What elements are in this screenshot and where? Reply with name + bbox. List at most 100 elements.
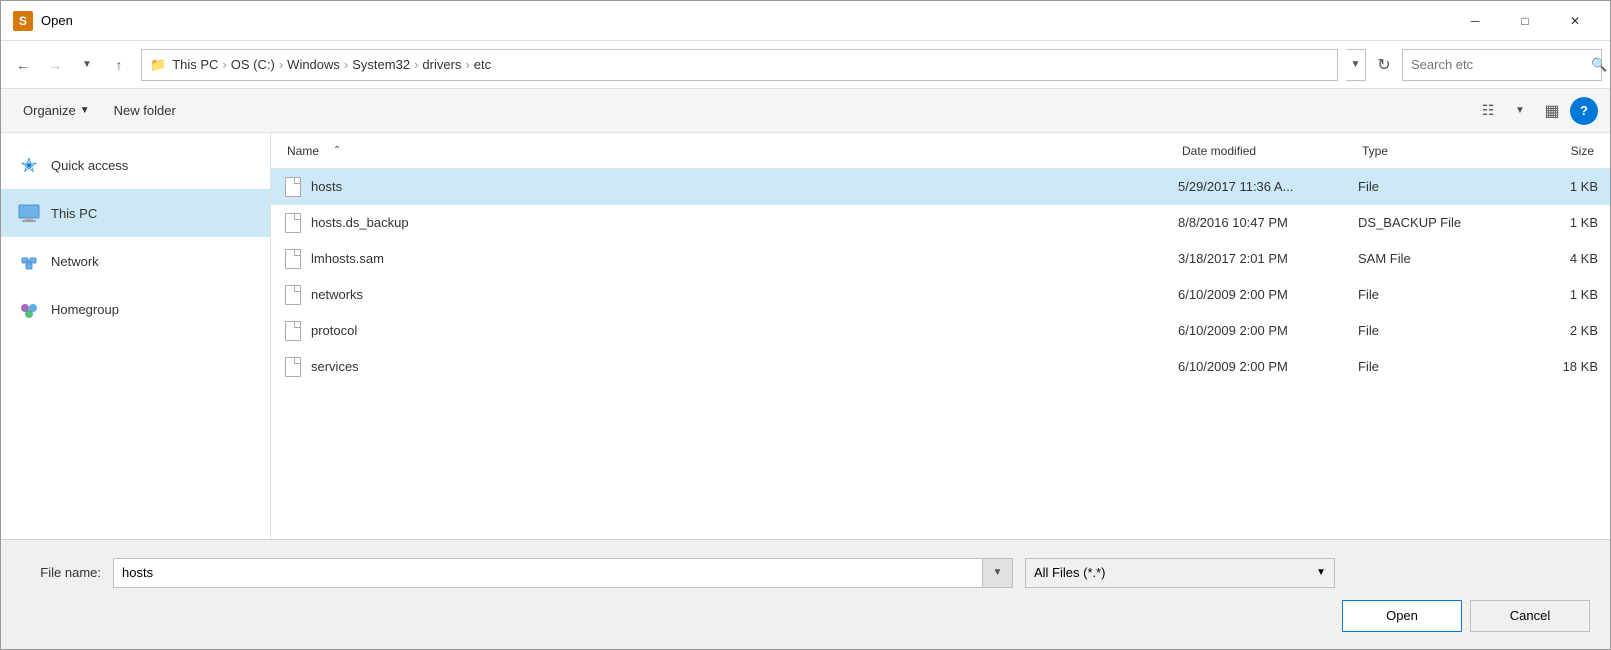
filetype-value: All Files (*.*) <box>1034 565 1106 580</box>
file-size-protocol: 2 KB <box>1518 323 1598 338</box>
file-size-networks: 1 KB <box>1518 287 1598 302</box>
refresh-button[interactable]: ↻ <box>1370 51 1398 79</box>
breadcrumb-part: System32 <box>352 57 410 72</box>
file-name-protocol: protocol <box>283 321 1178 341</box>
file-size-hosts: 1 KB <box>1518 179 1598 194</box>
sep4: › <box>414 57 418 72</box>
open-dialog: S Open ─ □ ✕ ← → ▼ ↑ 📁 This PC › OS (C:)… <box>0 0 1611 650</box>
file-name-services: services <box>283 357 1178 377</box>
sidebar-label-quick-access: Quick access <box>51 158 128 173</box>
breadcrumb-part: Windows <box>287 57 340 72</box>
minimize-button[interactable]: ─ <box>1452 6 1498 36</box>
sidebar-item-quick-access[interactable]: ✭ Quick access <box>1 141 270 189</box>
file-size-hosts-backup: 1 KB <box>1518 215 1598 230</box>
file-row-networks[interactable]: networks 6/10/2009 2:00 PM File 1 KB <box>271 277 1610 313</box>
filename-input-wrapper: ▼ <box>113 558 1013 588</box>
sidebar: ✭ Quick access This PC <box>1 133 271 539</box>
file-row-protocol[interactable]: protocol 6/10/2009 2:00 PM File 2 KB <box>271 313 1610 349</box>
filename-input[interactable] <box>122 565 974 580</box>
help-button[interactable]: ? <box>1570 97 1598 125</box>
homegroup-icon <box>17 297 41 321</box>
dialog-title: Open <box>41 13 73 28</box>
file-type-networks: File <box>1358 287 1518 302</box>
toolbar: Organize ▼ New folder ☷ ▼ ▦ ? <box>1 89 1610 133</box>
file-row-services[interactable]: services 6/10/2009 2:00 PM File 18 KB <box>271 349 1610 385</box>
file-date-services: 6/10/2009 2:00 PM <box>1178 359 1358 374</box>
search-box: 🔍 <box>1402 49 1602 81</box>
breadcrumb-dropdown[interactable]: ▼ <box>1346 49 1366 81</box>
search-input[interactable] <box>1411 57 1587 72</box>
col-header-type: Type <box>1358 142 1518 160</box>
file-list-header: Name ⌃ Date modified Type Size <box>271 133 1610 169</box>
file-size-services: 18 KB <box>1518 359 1598 374</box>
file-row-hosts[interactable]: hosts 5/29/2017 11:36 A... File 1 KB <box>271 169 1610 205</box>
quick-access-icon: ✭ <box>17 153 41 177</box>
file-row-hosts-backup[interactable]: hosts.ds_backup 8/8/2016 10:47 PM DS_BAC… <box>271 205 1610 241</box>
col-header-date: Date modified <box>1178 142 1358 160</box>
view-list-button[interactable]: ☷ <box>1474 97 1502 125</box>
up-button[interactable]: ↑ <box>105 51 133 79</box>
sidebar-item-this-pc[interactable]: This PC <box>1 189 270 237</box>
dropdown-button[interactable]: ▼ <box>73 51 101 79</box>
file-name-networks: networks <box>283 285 1178 305</box>
breadcrumb[interactable]: 📁 This PC › OS (C:) › Windows › System32… <box>141 49 1338 81</box>
new-folder-button[interactable]: New folder <box>104 96 186 126</box>
this-pc-icon <box>17 201 41 225</box>
organize-button[interactable]: Organize ▼ <box>13 96 100 126</box>
file-type-services: File <box>1358 359 1518 374</box>
sidebar-item-homegroup[interactable]: Homegroup <box>1 285 270 333</box>
forward-button[interactable]: → <box>41 51 69 79</box>
sep3: › <box>344 57 348 72</box>
file-size-lmhosts: 4 KB <box>1518 251 1598 266</box>
sidebar-item-network[interactable]: Network <box>1 237 270 285</box>
file-type-lmhosts: SAM File <box>1358 251 1518 266</box>
sidebar-label-network: Network <box>51 254 99 269</box>
sidebar-label-homegroup: Homegroup <box>51 302 119 317</box>
file-icon-services <box>283 357 303 377</box>
view-preview-button[interactable]: ▦ <box>1538 97 1566 125</box>
sep2: › <box>279 57 283 72</box>
title-bar: S Open ─ □ ✕ <box>1 1 1610 41</box>
col-header-name: Name ⌃ <box>283 144 1178 158</box>
app-icon: S <box>13 11 33 31</box>
breadcrumb-icon: 📁 <box>150 57 166 73</box>
filename-row: File name: ▼ All Files (*.*) ▼ <box>21 558 1590 588</box>
file-type-hosts-backup: DS_BACKUP File <box>1358 215 1518 230</box>
cancel-button[interactable]: Cancel <box>1470 600 1590 632</box>
organize-label: Organize <box>23 103 76 118</box>
breadcrumb-part: This PC <box>172 57 218 72</box>
toolbar-right: ☷ ▼ ▦ ? <box>1474 97 1598 125</box>
filename-dropdown[interactable]: ▼ <box>983 558 1013 588</box>
filetype-select[interactable]: All Files (*.*) ▼ <box>1025 558 1335 588</box>
file-icon-protocol <box>283 321 303 341</box>
file-icon-hosts-backup <box>283 213 303 233</box>
close-button[interactable]: ✕ <box>1552 6 1598 36</box>
view-dropdown-button[interactable]: ▼ <box>1506 97 1534 125</box>
sort-arrow-name[interactable]: ⌃ <box>327 145 347 156</box>
col-header-size: Size <box>1518 142 1598 160</box>
main-content: ✭ Quick access This PC <box>1 133 1610 539</box>
breadcrumb-part: OS (C:) <box>231 57 275 72</box>
file-date-hosts-backup: 8/8/2016 10:47 PM <box>1178 215 1358 230</box>
breadcrumb-part: etc <box>474 57 491 72</box>
file-date-hosts: 5/29/2017 11:36 A... <box>1178 179 1358 194</box>
new-folder-label: New folder <box>114 103 176 118</box>
file-name-lmhosts: lmhosts.sam <box>283 249 1178 269</box>
back-button[interactable]: ← <box>9 51 37 79</box>
file-date-lmhosts: 3/18/2017 2:01 PM <box>1178 251 1358 266</box>
organize-dropdown-icon: ▼ <box>80 105 90 116</box>
title-bar-left: S Open <box>13 11 1452 31</box>
maximize-button[interactable]: □ <box>1502 6 1548 36</box>
filename-label: File name: <box>21 565 101 580</box>
sidebar-label-this-pc: This PC <box>51 206 97 221</box>
file-name-hosts-backup: hosts.ds_backup <box>283 213 1178 233</box>
open-button[interactable]: Open <box>1342 600 1462 632</box>
file-name-hosts: hosts <box>283 177 1178 197</box>
file-type-hosts: File <box>1358 179 1518 194</box>
breadcrumb-part: drivers <box>422 57 461 72</box>
sep5: › <box>465 57 469 72</box>
file-row-lmhosts[interactable]: lmhosts.sam 3/18/2017 2:01 PM SAM File 4… <box>271 241 1610 277</box>
sep1: › <box>222 57 226 72</box>
address-bar: ← → ▼ ↑ 📁 This PC › OS (C:) › Windows › … <box>1 41 1610 89</box>
bottom-bar: File name: ▼ All Files (*.*) ▼ Open Canc… <box>1 539 1610 649</box>
